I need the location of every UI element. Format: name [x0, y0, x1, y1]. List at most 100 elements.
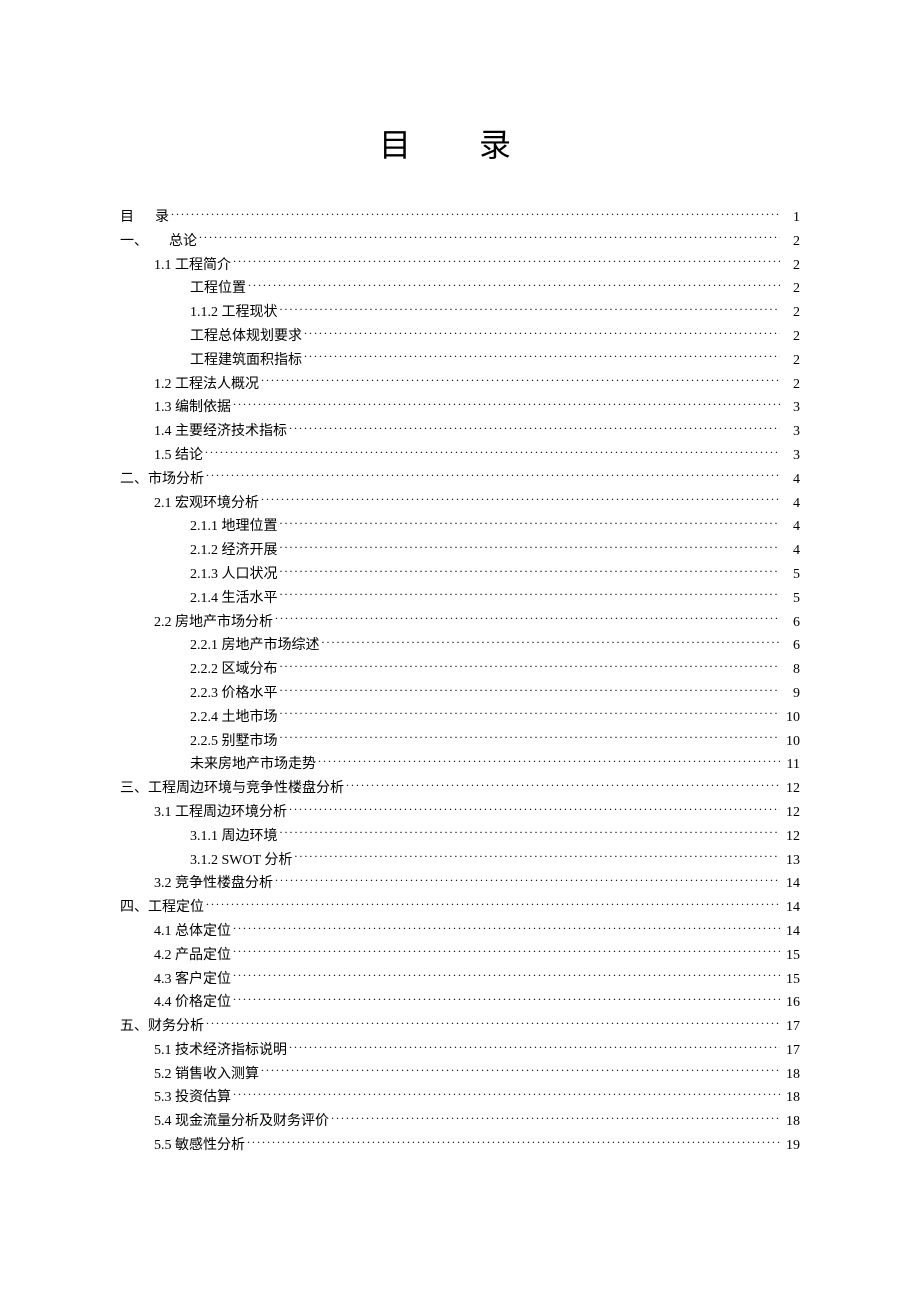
toc-entry-label: 2.2.1 房地产市场综述	[190, 634, 320, 658]
toc-leader-dots	[275, 612, 780, 626]
toc-entry-label: 1.3 编制依据	[154, 396, 231, 420]
toc-leader-dots	[280, 707, 781, 721]
toc-entry-label: 工程建筑面积指标	[190, 349, 302, 373]
toc-entry-label: 2.2.3 价格水平	[190, 682, 278, 706]
toc-leader-dots	[233, 992, 780, 1006]
toc-entry-label: 2.1 宏观环境分析	[154, 492, 259, 516]
toc-entry-label: 1.1 工程简介	[154, 254, 231, 278]
toc-entry: 5.3 投资估算18	[120, 1086, 800, 1110]
toc-entry-page: 12	[782, 777, 800, 801]
toc-entry: 目录1	[120, 206, 800, 230]
toc-entry: 工程建筑面积指标2	[120, 349, 800, 373]
toc-entry-page: 5	[782, 587, 800, 611]
toc-entry-label: 2.1.3 人口状况	[190, 563, 278, 587]
toc-entry: 2.1.3 人口状况 5	[120, 563, 800, 587]
toc-entry-label2: 录	[155, 206, 169, 230]
toc-leader-dots	[331, 1111, 780, 1125]
toc-entry-page: 15	[782, 944, 800, 968]
toc-entry-page: 2	[782, 373, 800, 397]
toc-leader-dots	[233, 945, 780, 959]
toc-entry: 2.2 房地产市场分析6	[120, 611, 800, 635]
toc-entry-page: 4	[782, 539, 800, 563]
toc-entry-page: 10	[782, 730, 800, 754]
toc-entry-label: 3.1.1 周边环境	[190, 825, 278, 849]
toc-entry: 2.2.1 房地产市场综述 6	[120, 634, 800, 658]
toc-entry-page: 14	[782, 920, 800, 944]
toc-entry-label: 5.4 现金流量分析及财务评价	[154, 1110, 329, 1134]
toc-entry-label: 2.2.5 别墅市场	[190, 730, 278, 754]
toc-entry-page: 2	[782, 325, 800, 349]
toc-entry: 未来房地产市场走势11	[120, 753, 800, 777]
toc-entry: 1.2 工程法人概况 2	[120, 373, 800, 397]
toc-entry: 一、总论2	[120, 230, 800, 254]
toc-entry: 3.2 竞争性楼盘分析14	[120, 872, 800, 896]
toc-leader-dots	[233, 255, 780, 269]
toc-entry: 4.3 客户定位15	[120, 968, 800, 992]
toc-entry-label: 4.1 总体定位	[154, 920, 231, 944]
toc-entry: 工程位置 2	[120, 277, 800, 301]
toc-leader-dots	[199, 231, 780, 245]
toc-leader-dots	[294, 850, 780, 864]
toc-entry-page: 6	[782, 611, 800, 635]
toc-leader-dots	[289, 802, 780, 816]
toc-entry: 1.4 主要经济技术指标 3	[120, 420, 800, 444]
toc-entry: 四、工程定位14	[120, 896, 800, 920]
toc-entry-label: 四、工程定位	[120, 896, 204, 920]
toc-entry-page: 18	[782, 1086, 800, 1110]
toc-entry: 3.1.1 周边环境12	[120, 825, 800, 849]
toc-entry-label: 1.2 工程法人概况	[154, 373, 259, 397]
toc-entry: 4.4 价格定位16	[120, 991, 800, 1015]
page-title: 目 录	[120, 120, 800, 166]
toc-leader-dots	[233, 397, 780, 411]
toc-leader-dots	[233, 1087, 780, 1101]
toc-leader-dots	[280, 588, 781, 602]
toc-entry-label: 1.1.2 工程现状	[190, 301, 278, 325]
toc-entry-label: 3.1.2 SWOT 分析	[190, 849, 292, 873]
toc-entry-page: 2	[782, 277, 800, 301]
toc-entry-page: 10	[782, 706, 800, 730]
toc-leader-dots	[289, 421, 780, 435]
toc-entry-label: 1.5 结论	[154, 444, 203, 468]
toc-entry-page: 5	[782, 563, 800, 587]
toc-entry-page: 8	[782, 658, 800, 682]
toc-entry-page: 2	[782, 230, 800, 254]
toc-leader-dots	[280, 826, 781, 840]
toc-leader-dots	[205, 445, 780, 459]
toc-entry: 4.2 产品定位15	[120, 944, 800, 968]
toc-leader-dots	[280, 302, 781, 316]
toc-leader-dots	[318, 754, 780, 768]
toc-entry-page: 4	[782, 492, 800, 516]
toc-leader-dots	[289, 1040, 780, 1054]
toc-entry-label: 4.3 客户定位	[154, 968, 231, 992]
toc-entry-label: 3.2 竞争性楼盘分析	[154, 872, 273, 896]
toc-leader-dots	[261, 493, 780, 507]
toc-entry-page: 19	[782, 1134, 800, 1158]
toc-entry-label: 工程总体规划要求	[190, 325, 302, 349]
toc-entry-label: 1.4 主要经济技术指标	[154, 420, 287, 444]
toc-entry-label: 2.1.2 经济开展	[190, 539, 278, 563]
toc-entry-label: 二、市场分析	[120, 468, 204, 492]
toc-entry: 5.1 技术经济指标说明17	[120, 1039, 800, 1063]
toc-leader-dots	[206, 469, 780, 483]
toc-entry: 2.2.3 价格水平9	[120, 682, 800, 706]
toc-entry: 4.1 总体定位 14	[120, 920, 800, 944]
toc-leader-dots	[280, 683, 781, 697]
toc-entry-page: 13	[782, 849, 800, 873]
toc-entry-label: 工程位置	[190, 277, 246, 301]
toc-leader-dots	[233, 969, 780, 983]
toc-entry: 2.1 宏观环境分析 4	[120, 492, 800, 516]
toc-entry: 1.3 编制依据3	[120, 396, 800, 420]
toc-entry-page: 11	[782, 753, 800, 777]
toc-entry-page: 4	[782, 468, 800, 492]
toc-leader-dots	[261, 374, 780, 388]
toc-entry-page: 4	[782, 515, 800, 539]
toc-entry: 3.1.2 SWOT 分析 13	[120, 849, 800, 873]
toc-leader-dots	[280, 564, 781, 578]
toc-entry-label: 目	[120, 206, 134, 230]
table-of-contents: 目录1一、总论21.1 工程简介 2 工程位置 2 1.1.2 工程现状 2 工程总体规划要…	[120, 206, 800, 1158]
toc-entry-page: 3	[782, 420, 800, 444]
toc-leader-dots	[248, 278, 780, 292]
toc-entry-label: 2.1.4 生活水平	[190, 587, 278, 611]
toc-entry: 2.1.4 生活水平 5	[120, 587, 800, 611]
toc-entry-page: 6	[782, 634, 800, 658]
